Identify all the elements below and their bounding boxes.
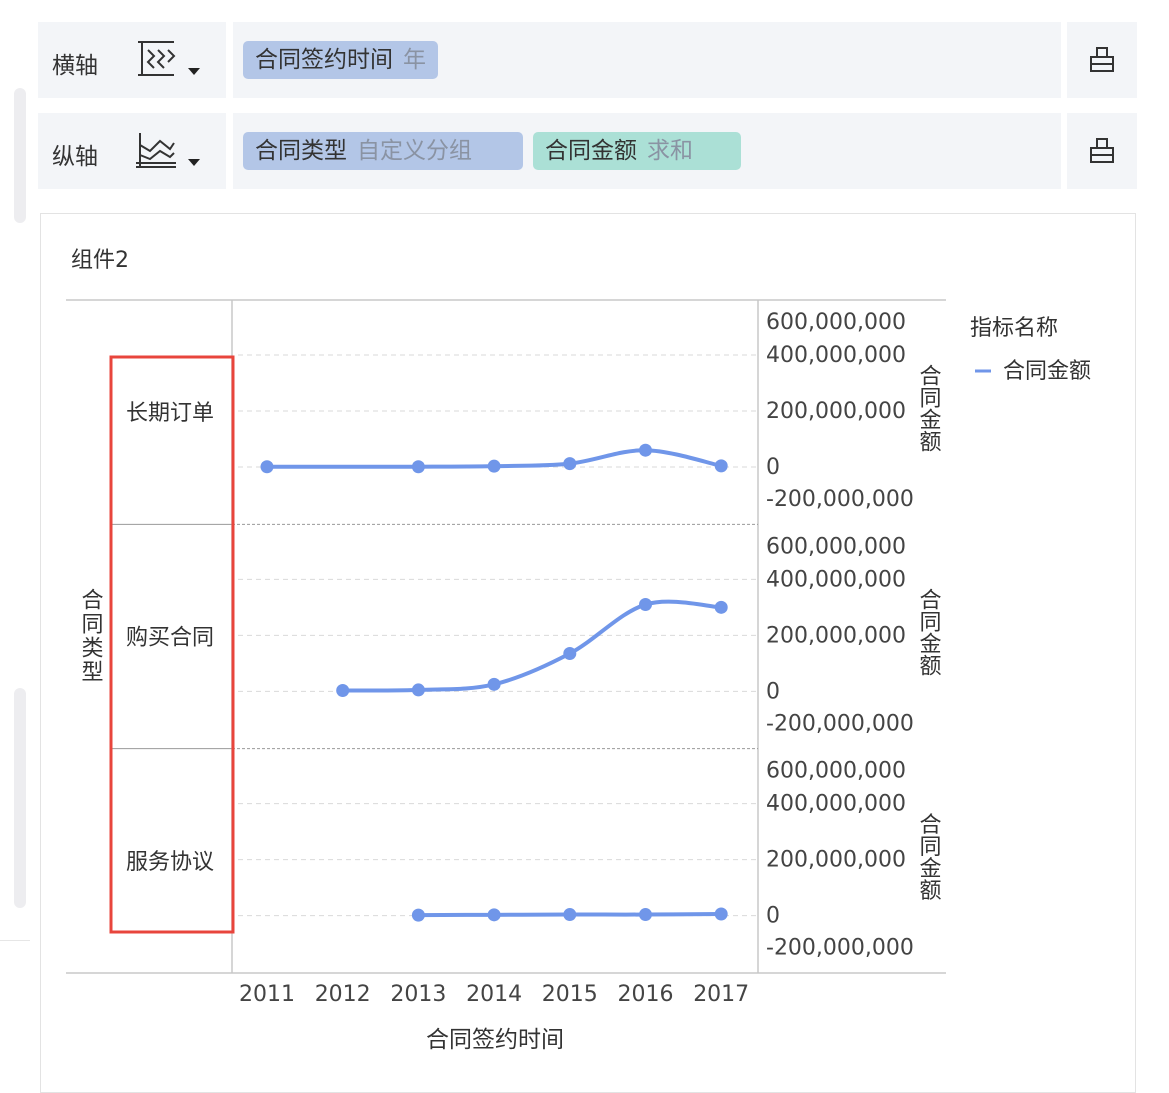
y-tick-label: 0 bbox=[766, 455, 780, 480]
data-point bbox=[411, 683, 425, 697]
y-tick-label: 0 bbox=[766, 679, 780, 704]
x-tick-label: 2012 bbox=[315, 982, 371, 1007]
trellis-line-chart: 合同类型 600,000,000 400,000,000 200,000,000 0 -2… bbox=[66, 299, 1091, 1053]
data-point bbox=[487, 459, 501, 473]
y-tick-label: 600,000,000 bbox=[766, 759, 906, 784]
y-tick-label: -200,000,000 bbox=[766, 711, 914, 736]
y-axis-title: 合同金额 bbox=[916, 813, 942, 901]
y-tick-label: 400,000,000 bbox=[766, 792, 906, 817]
row-label-1: 长期订单 bbox=[126, 401, 214, 426]
x-tick-label: 2011 bbox=[239, 982, 295, 1007]
y-axis-title: 合同金额 bbox=[916, 364, 942, 452]
data-point bbox=[563, 908, 577, 922]
y-tick-label: 0 bbox=[766, 904, 780, 929]
data-point bbox=[714, 600, 728, 614]
x-tick-label: 2016 bbox=[618, 982, 674, 1007]
y-tick-label: 600,000,000 bbox=[766, 534, 906, 559]
data-point bbox=[411, 908, 425, 922]
data-point bbox=[487, 908, 501, 922]
x-tick-label: 2015 bbox=[542, 982, 598, 1007]
y-axis-title: 合同金额 bbox=[916, 588, 942, 676]
x-tick-label: 2017 bbox=[693, 982, 749, 1007]
legend-title: 指标名称 bbox=[970, 316, 1058, 341]
data-point bbox=[639, 598, 652, 612]
row-label-3: 服务协议 bbox=[126, 850, 214, 875]
data-point bbox=[487, 677, 501, 691]
y-tick-label: -200,000,000 bbox=[766, 936, 914, 961]
data-point bbox=[336, 683, 350, 697]
data-point bbox=[411, 460, 425, 474]
x-axis-title: 合同签约时间 bbox=[426, 1027, 564, 1053]
y-tick-label: 400,000,000 bbox=[766, 343, 906, 368]
data-point bbox=[260, 460, 274, 474]
data-point bbox=[714, 459, 728, 473]
y-tick-label: 400,000,000 bbox=[766, 567, 906, 592]
data-point bbox=[639, 908, 652, 922]
data-point bbox=[714, 907, 728, 921]
series-line-2 bbox=[340, 599, 724, 693]
x-tick-label: 2014 bbox=[466, 982, 522, 1007]
data-point bbox=[563, 457, 577, 471]
legend-item: 合同金额 bbox=[1003, 359, 1091, 384]
row-label-2: 购买合同 bbox=[126, 626, 214, 651]
y-tick-label: -200,000,000 bbox=[766, 487, 914, 512]
row-field-label: 合同类型 bbox=[78, 588, 104, 684]
data-point bbox=[563, 647, 577, 661]
y-tick-label: 200,000,000 bbox=[766, 848, 906, 873]
y-tick-label: 200,000,000 bbox=[766, 623, 906, 648]
x-tick-label: 2013 bbox=[390, 982, 446, 1007]
y-tick-label: 200,000,000 bbox=[766, 399, 906, 424]
y-tick-label: 600,000,000 bbox=[766, 310, 906, 335]
data-point bbox=[639, 443, 652, 457]
